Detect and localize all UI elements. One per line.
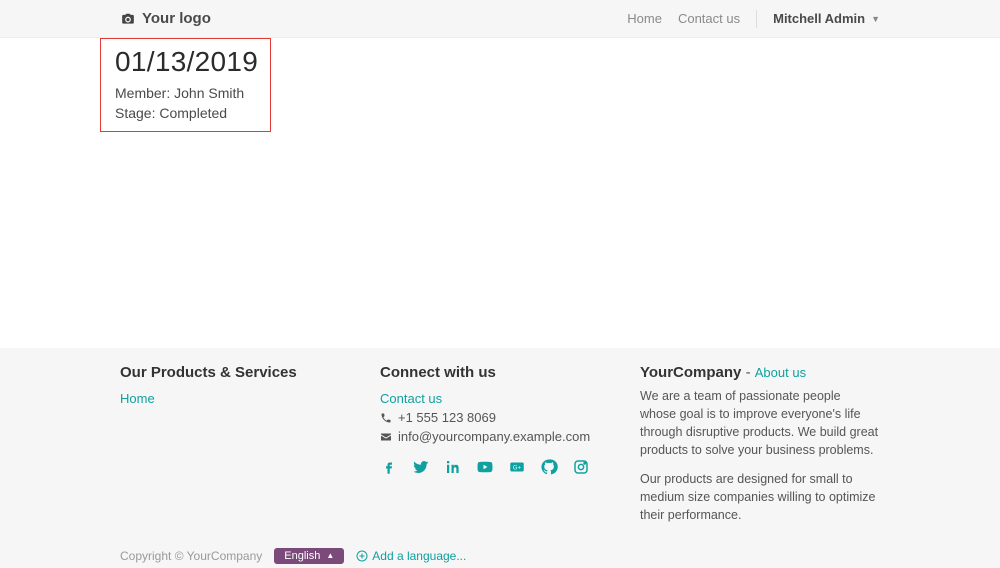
about-paragraph-2: Our products are designed for small to m… bbox=[640, 470, 880, 524]
stage-value: Completed bbox=[159, 105, 227, 121]
about-paragraph-1: We are a team of passionate people whose… bbox=[640, 387, 880, 460]
instagram-icon[interactable] bbox=[572, 458, 590, 476]
record-member: Member: John Smith bbox=[115, 85, 258, 101]
about-heading: YourCompany - About us bbox=[640, 364, 880, 381]
nav-contact[interactable]: Contact us bbox=[678, 11, 740, 26]
logo-text: Your logo bbox=[142, 10, 211, 27]
chevron-up-icon: ▲ bbox=[326, 551, 334, 560]
connect-heading: Connect with us bbox=[380, 364, 620, 381]
social-row: G+ bbox=[380, 458, 620, 476]
about-company-name: YourCompany bbox=[640, 364, 741, 381]
nav-right: Home Contact us Mitchell Admin ▼ bbox=[627, 10, 880, 28]
footer-col-connect: Connect with us Contact us +1 555 123 80… bbox=[380, 364, 620, 534]
copyright-text: Copyright © YourCompany bbox=[120, 549, 262, 563]
github-icon[interactable] bbox=[540, 458, 558, 476]
stage-label: Stage: bbox=[115, 105, 155, 121]
language-selector[interactable]: English ▲ bbox=[274, 548, 344, 564]
envelope-icon bbox=[380, 431, 392, 443]
language-label: English bbox=[284, 550, 320, 562]
add-language-label: Add a language... bbox=[372, 549, 466, 563]
phone-text: +1 555 123 8069 bbox=[398, 410, 496, 425]
nav-separator bbox=[756, 10, 757, 28]
bottom-bar: Copyright © YourCompany English ▲ Add a … bbox=[0, 544, 1000, 568]
member-value: John Smith bbox=[174, 85, 244, 101]
member-label: Member: bbox=[115, 85, 170, 101]
record-date: 01/13/2019 bbox=[115, 45, 258, 79]
plus-circle-icon bbox=[356, 550, 368, 562]
footer: Our Products & Services Home Connect wit… bbox=[0, 348, 1000, 544]
user-menu[interactable]: Mitchell Admin ▼ bbox=[773, 11, 880, 26]
nav-home[interactable]: Home bbox=[627, 11, 662, 26]
top-nav: Your logo Home Contact us Mitchell Admin… bbox=[0, 0, 1000, 38]
email-text: info@yourcompany.example.com bbox=[398, 429, 590, 444]
email-row: info@yourcompany.example.com bbox=[380, 429, 620, 444]
youtube-icon[interactable] bbox=[476, 458, 494, 476]
logo[interactable]: Your logo bbox=[120, 10, 211, 27]
footer-link-home[interactable]: Home bbox=[120, 391, 155, 406]
chevron-down-icon: ▼ bbox=[871, 14, 880, 24]
footer-col-about: YourCompany - About us We are a team of … bbox=[640, 364, 880, 534]
record-stage: Stage: Completed bbox=[115, 105, 258, 121]
products-heading: Our Products & Services bbox=[120, 364, 360, 381]
facebook-icon[interactable] bbox=[380, 458, 398, 476]
about-us-link[interactable]: About us bbox=[755, 365, 806, 380]
footer-col-products: Our Products & Services Home bbox=[120, 364, 360, 534]
phone-row: +1 555 123 8069 bbox=[380, 410, 620, 425]
main-content: 01/13/2019 Member: John Smith Stage: Com… bbox=[0, 38, 1000, 348]
add-language-button[interactable]: Add a language... bbox=[356, 549, 466, 563]
about-dash: - bbox=[741, 364, 754, 381]
user-name: Mitchell Admin bbox=[773, 11, 865, 26]
linkedin-icon[interactable] bbox=[444, 458, 462, 476]
camera-icon bbox=[120, 12, 136, 26]
twitter-icon[interactable] bbox=[412, 458, 430, 476]
record-card: 01/13/2019 Member: John Smith Stage: Com… bbox=[100, 38, 271, 132]
svg-text:G+: G+ bbox=[513, 465, 522, 471]
phone-icon bbox=[380, 412, 392, 424]
google-plus-icon[interactable]: G+ bbox=[508, 458, 526, 476]
footer-link-contact[interactable]: Contact us bbox=[380, 391, 620, 406]
